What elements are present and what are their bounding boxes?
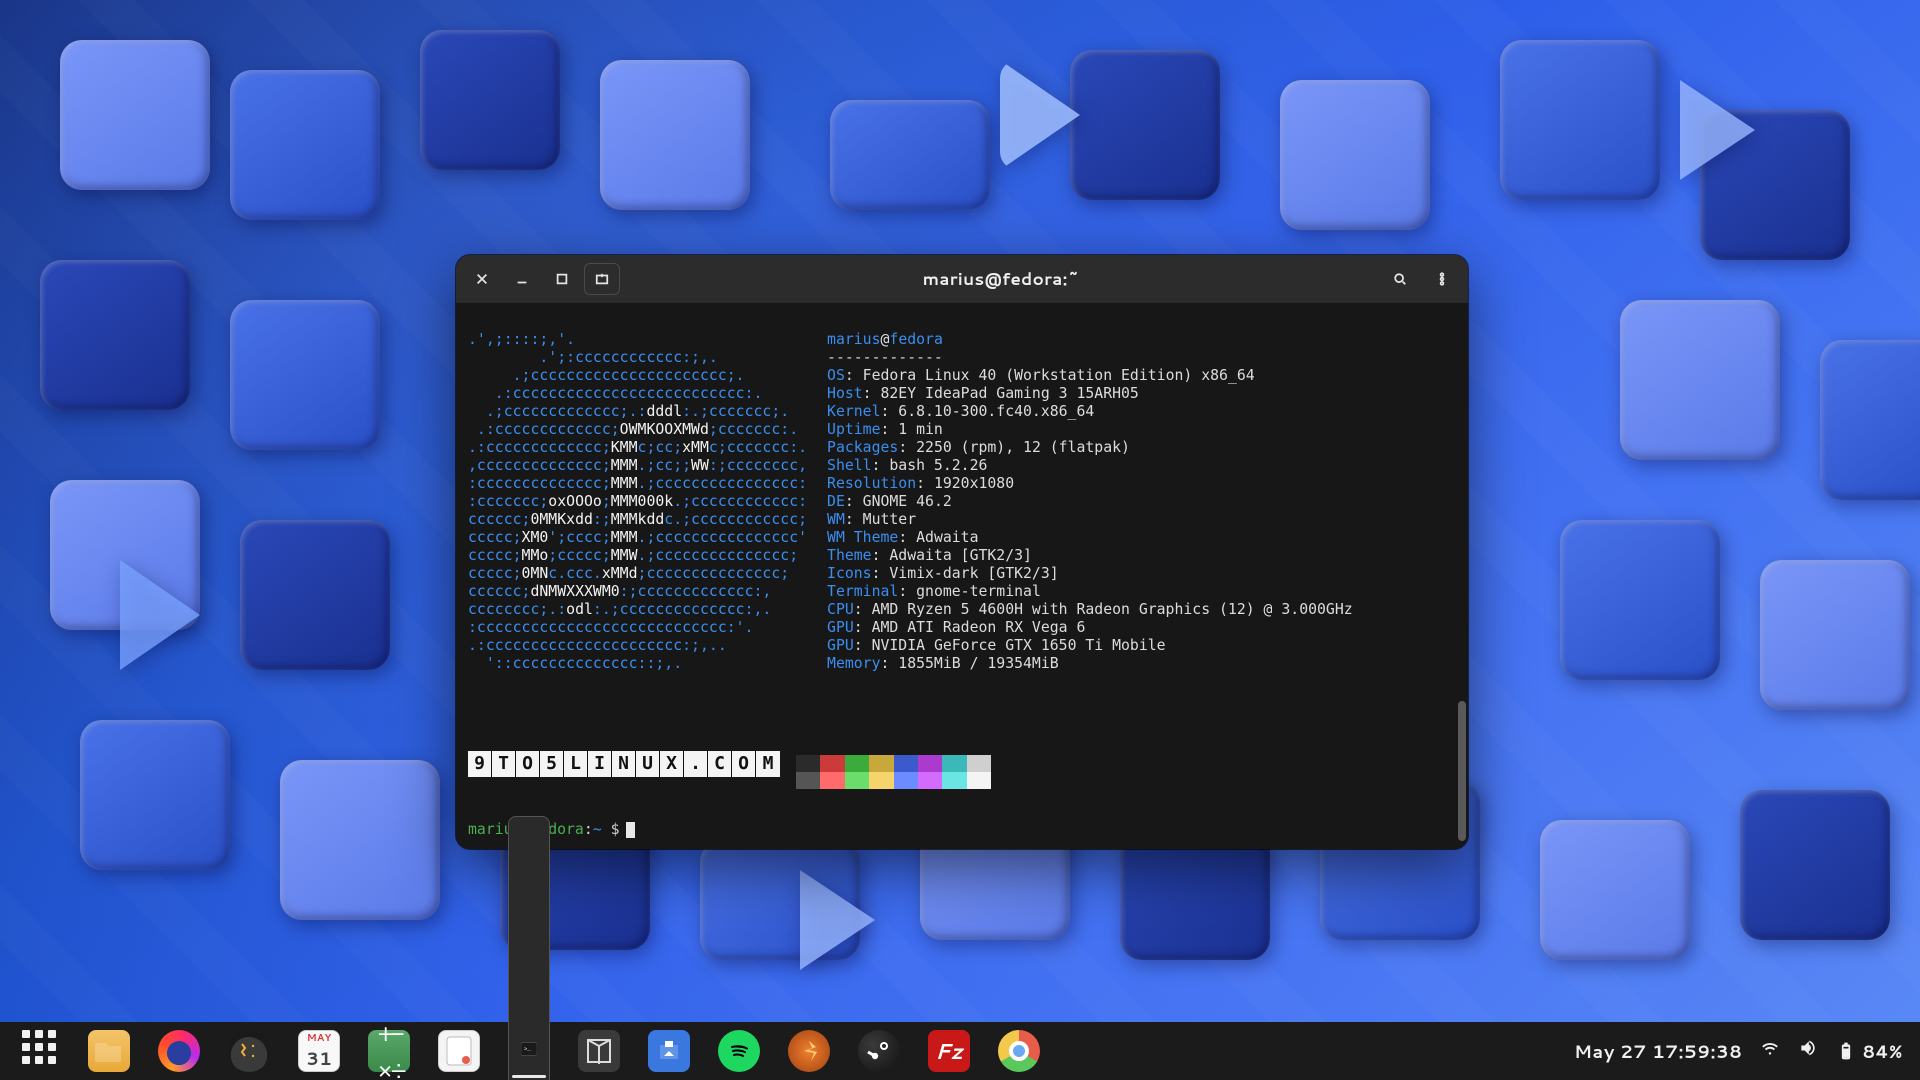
- menu-button[interactable]: [1424, 263, 1460, 295]
- calendar-icon: MAY31: [298, 1030, 340, 1072]
- scrollbar-thumb[interactable]: [1458, 701, 1466, 841]
- terminal-viewport[interactable]: .',;::::;,'. .';:cccccccccccc:;,. .;cccc…: [456, 303, 1468, 849]
- nexuiz-icon: [788, 1030, 830, 1072]
- taskbar: MAY31 +−×÷ >_ Fz May 27 17:59:38 84%: [0, 1022, 1920, 1080]
- cursor-block: [626, 822, 635, 838]
- system-tray: May 27 17:59:38 84%: [1574, 1038, 1910, 1064]
- launcher-files[interactable]: [86, 1028, 132, 1074]
- window-title: marius@fedora:~: [624, 267, 1378, 291]
- terminal-window: marius@fedora:~ .',;::::;,'. .';:ccccccc…: [456, 255, 1468, 849]
- launcher-text-editor[interactable]: [436, 1028, 482, 1074]
- launcher-calendar[interactable]: MAY31: [296, 1028, 342, 1074]
- color-swatches: [796, 755, 991, 789]
- launcher-spotify[interactable]: [716, 1028, 762, 1074]
- filezilla-icon: Fz: [928, 1030, 970, 1072]
- launcher-nexuiz[interactable]: [786, 1028, 832, 1074]
- launcher-chromium[interactable]: [996, 1028, 1042, 1074]
- battery-percent: 84%: [1862, 1038, 1902, 1064]
- prompt-path: ~: [593, 821, 602, 839]
- launcher-firefox[interactable]: [156, 1028, 202, 1074]
- launcher-calculator[interactable]: +−×÷: [366, 1028, 412, 1074]
- search-button[interactable]: [1382, 263, 1418, 295]
- neofetch-info: marius@fedora-------------OS: Fedora Lin…: [827, 331, 1353, 673]
- launcher-filezilla[interactable]: Fz: [926, 1028, 972, 1074]
- shell-prompt[interactable]: marius@fedora:~ $: [468, 821, 635, 839]
- watermark-plate: 9TO5LINUX.COM: [468, 751, 780, 777]
- launcher-terminal[interactable]: >_: [506, 1028, 552, 1074]
- boxes-icon: [578, 1030, 620, 1072]
- clock[interactable]: May 27 17:59:38: [1574, 1038, 1742, 1064]
- minimize-button[interactable]: [504, 263, 540, 295]
- apps-grid-icon: [18, 1030, 60, 1072]
- steam-icon: [858, 1030, 900, 1072]
- maximize-button[interactable]: [544, 263, 580, 295]
- launcher-apps-grid[interactable]: [16, 1028, 62, 1074]
- svg-text:>_: >_: [524, 1046, 531, 1053]
- calculator-icon: +−×÷: [368, 1030, 410, 1072]
- launcher-tor-browser[interactable]: [226, 1028, 272, 1074]
- wifi-icon[interactable]: [1760, 1038, 1780, 1064]
- files-icon: [88, 1030, 130, 1072]
- spotify-icon: [718, 1030, 760, 1072]
- prompt-symbol: $: [611, 821, 620, 839]
- terminal-icon: >_: [508, 816, 550, 1080]
- tor-browser-icon: [228, 1030, 270, 1072]
- firefox-icon: [158, 1030, 200, 1072]
- taskbar-launchers: MAY31 +−×÷ >_ Fz: [16, 1028, 1042, 1074]
- close-button[interactable]: [464, 263, 500, 295]
- text-editor-icon: [438, 1030, 480, 1072]
- software-icon: [648, 1030, 690, 1072]
- launcher-boxes[interactable]: [576, 1028, 622, 1074]
- launcher-software[interactable]: [646, 1028, 692, 1074]
- titlebar: marius@fedora:~: [456, 255, 1468, 303]
- battery-indicator[interactable]: 84%: [1836, 1038, 1902, 1064]
- chromium-icon: [998, 1030, 1040, 1072]
- volume-icon[interactable]: [1798, 1038, 1818, 1064]
- launcher-steam[interactable]: [856, 1028, 902, 1074]
- terminal-scrollbar[interactable]: [1458, 313, 1466, 841]
- neofetch-ascii: .',;::::;,'. .';:cccccccccccc:;,. .;cccc…: [468, 331, 807, 673]
- new-tab-button[interactable]: [584, 263, 620, 295]
